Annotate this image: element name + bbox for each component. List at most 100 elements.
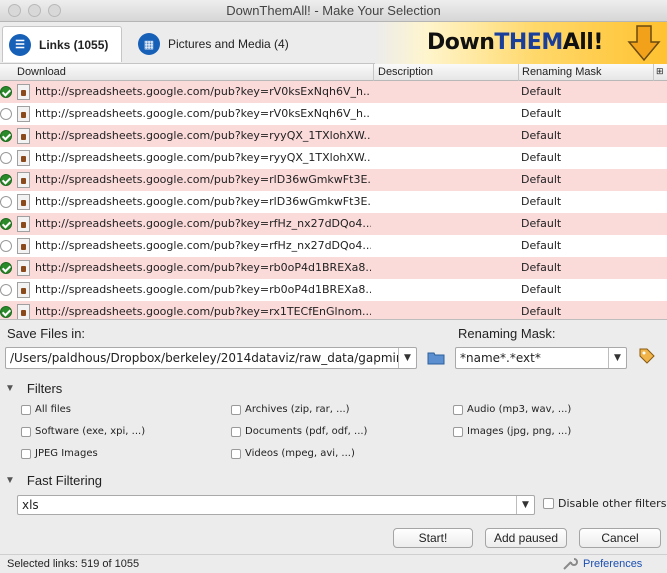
checked-icon[interactable] [0, 262, 12, 274]
fast-filter-combobox[interactable]: xls ▼ [17, 495, 535, 515]
disable-other-filters-label: Disable other filters [558, 497, 667, 510]
filter-archives[interactable]: Archives (zip, rar, ...) [231, 404, 350, 415]
unchecked-icon[interactable] [0, 196, 12, 208]
renaming-mask-label: Renaming Mask: [458, 326, 556, 341]
chevron-down-icon[interactable]: ▼ [398, 348, 416, 368]
checkbox[interactable] [21, 426, 31, 437]
table-row[interactable]: http://spreadsheets.google.com/pub?key=r… [0, 235, 667, 257]
table-header: Download Description Renaming Mask ⊞ [0, 64, 667, 81]
filter-label: JPEG Images [35, 448, 98, 459]
row-url: http://spreadsheets.google.com/pub?key=r… [35, 217, 371, 230]
folder-icon[interactable] [427, 351, 445, 365]
links-list-icon: ☰ [9, 33, 31, 56]
fast-filter-value: xls [22, 498, 39, 512]
table-row[interactable]: http://spreadsheets.google.com/pub?key=r… [0, 81, 667, 103]
table-row[interactable]: http://spreadsheets.google.com/pub?key=r… [0, 301, 667, 319]
filter-software[interactable]: Software (exe, xpi, ...) [21, 426, 145, 437]
disable-other-filters-checkbox[interactable]: Disable other filters [543, 497, 666, 510]
row-url: http://spreadsheets.google.com/pub?key=r… [35, 261, 371, 274]
row-mask: Default [521, 305, 562, 318]
checkbox[interactable] [21, 448, 31, 459]
chevron-down-icon[interactable]: ▼ [608, 348, 626, 368]
file-icon [17, 150, 30, 166]
filter-images[interactable]: Images (jpg, png, ...) [453, 426, 571, 437]
column-download[interactable]: Download [17, 66, 66, 78]
row-mask: Default [521, 261, 562, 274]
checked-icon[interactable] [0, 86, 12, 98]
filter-label: Audio (mp3, wav, ...) [467, 404, 572, 415]
save-files-label: Save Files in: [7, 326, 86, 341]
filter-audio[interactable]: Audio (mp3, wav, ...) [453, 404, 571, 415]
file-icon [17, 106, 30, 122]
filter-jpeg-images[interactable]: JPEG Images [21, 448, 98, 459]
row-url: http://spreadsheets.google.com/pub?key=r… [35, 85, 371, 98]
unchecked-icon[interactable] [0, 240, 12, 252]
table-row[interactable]: http://spreadsheets.google.com/pub?key=r… [0, 125, 667, 147]
table-row[interactable]: http://spreadsheets.google.com/pub?key=r… [0, 147, 667, 169]
column-picker-icon[interactable]: ⊞ [656, 66, 664, 77]
status-bar: Selected links: 519 of 1055 Preferences [0, 554, 667, 573]
save-path-combobox[interactable]: /Users/paldhous/Dropbox/berkeley/2014dat… [5, 347, 417, 369]
checkbox[interactable] [453, 404, 463, 415]
table-row[interactable]: http://spreadsheets.google.com/pub?key=r… [0, 103, 667, 125]
file-icon [17, 84, 30, 100]
row-url: http://spreadsheets.google.com/pub?key=r… [35, 107, 371, 120]
filters-header[interactable]: ▼ Filters [5, 381, 62, 396]
tab-links[interactable]: ☰ Links (1055) [2, 26, 122, 62]
tab-bar: ☰ Links (1055) ▦ Pictures and Media (4) … [0, 22, 667, 64]
table-row[interactable]: http://spreadsheets.google.com/pub?key=r… [0, 279, 667, 301]
start-button[interactable]: Start! [393, 528, 473, 548]
column-description[interactable]: Description [378, 66, 433, 78]
table-row[interactable]: http://spreadsheets.google.com/pub?key=r… [0, 213, 667, 235]
file-icon [17, 282, 30, 298]
downthemall-banner: DownTHEMAll! [375, 22, 667, 64]
checkbox[interactable] [543, 498, 554, 509]
unchecked-icon[interactable] [0, 284, 12, 296]
filter-all-files[interactable]: All files [21, 404, 71, 415]
checked-icon[interactable] [0, 218, 12, 230]
disclosure-triangle-icon[interactable]: ▼ [5, 383, 15, 394]
checkbox[interactable] [231, 448, 241, 459]
checkbox[interactable] [231, 426, 241, 437]
table-row[interactable]: http://spreadsheets.google.com/pub?key=r… [0, 257, 667, 279]
unchecked-icon[interactable] [0, 108, 12, 120]
add-paused-button[interactable]: Add paused [485, 528, 567, 548]
renaming-mask-value: *name*.*ext* [460, 351, 541, 365]
filter-label: Archives (zip, rar, ...) [245, 404, 350, 415]
checkbox[interactable] [231, 404, 241, 415]
checked-icon[interactable] [0, 174, 12, 186]
filter-videos[interactable]: Videos (mpeg, avi, ...) [231, 448, 355, 459]
table-row[interactable]: http://spreadsheets.google.com/pub?key=r… [0, 169, 667, 191]
row-mask: Default [521, 85, 562, 98]
checked-icon[interactable] [0, 306, 12, 318]
column-renaming-mask[interactable]: Renaming Mask [522, 66, 601, 78]
checked-icon[interactable] [0, 130, 12, 142]
filter-label: Software (exe, xpi, ...) [35, 426, 146, 437]
chevron-down-icon[interactable]: ▼ [516, 496, 534, 514]
filter-label: Documents (pdf, odf, ...) [245, 426, 368, 437]
unchecked-icon[interactable] [0, 152, 12, 164]
checkbox[interactable] [21, 404, 31, 415]
checkbox[interactable] [453, 426, 463, 437]
tag-icon[interactable] [638, 347, 656, 365]
download-arrow-icon [627, 25, 661, 62]
row-url: http://spreadsheets.google.com/pub?key=r… [35, 239, 371, 252]
table-row[interactable]: http://spreadsheets.google.com/pub?key=r… [0, 191, 667, 213]
title-bar: DownThemAll! - Make Your Selection [0, 0, 667, 22]
fast-filtering-title: Fast Filtering [26, 473, 103, 488]
filter-label: Images (jpg, png, ...) [467, 426, 572, 437]
row-mask: Default [521, 129, 562, 142]
disclosure-triangle-icon[interactable]: ▼ [5, 475, 15, 486]
row-mask: Default [521, 107, 562, 120]
file-icon [17, 172, 30, 188]
filter-documents[interactable]: Documents (pdf, odf, ...) [231, 426, 367, 437]
preferences-link[interactable]: Preferences [562, 557, 642, 571]
file-icon [17, 216, 30, 232]
row-url: http://spreadsheets.google.com/pub?key=r… [35, 129, 371, 142]
row-mask: Default [521, 151, 562, 164]
fast-filtering-header[interactable]: ▼ Fast Filtering [5, 473, 102, 488]
tab-pictures-media[interactable]: ▦ Pictures and Media (4) [132, 26, 312, 62]
cancel-button[interactable]: Cancel [579, 528, 661, 548]
filter-label: All files [35, 404, 72, 415]
renaming-mask-combobox[interactable]: *name*.*ext* ▼ [455, 347, 627, 369]
